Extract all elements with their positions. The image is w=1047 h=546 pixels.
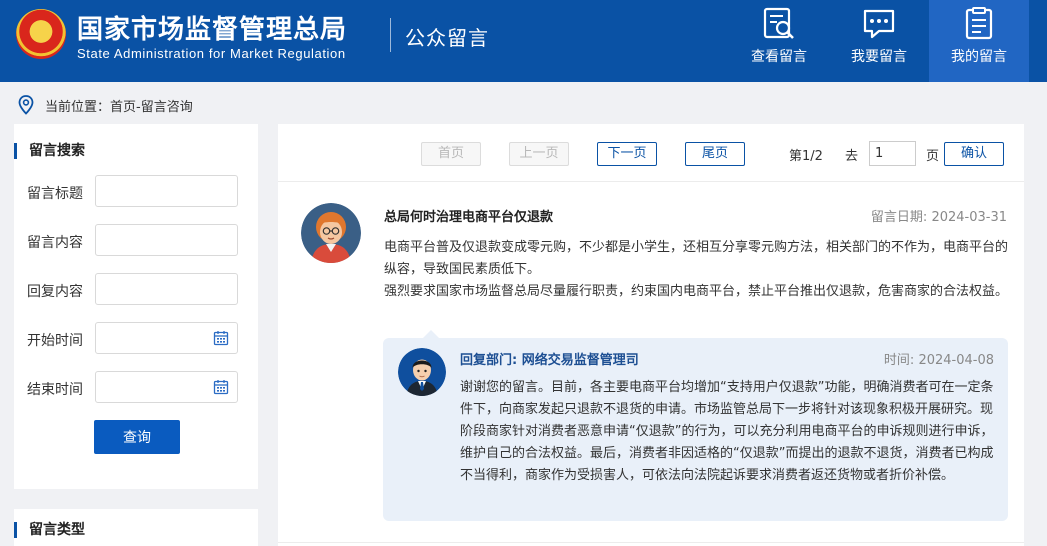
dept-label: 回复部门: [460,353,518,368]
field-label: 留言标题 [27,186,83,202]
time-value: 2024-04-08 [918,353,994,368]
content-input[interactable] [95,224,238,256]
message-list-panel: 首页 上一页 下一页 尾页 第1/2 去 页 确认 总局何时治理电商平台仅退款 … [278,124,1024,546]
official-avatar-icon [398,348,446,396]
reply-department: 回复部门: 网络交易监督管理司 [460,349,639,368]
prev-page-button[interactable]: 上一页 [509,142,569,166]
title-input[interactable] [95,175,238,207]
view-messages-icon [763,7,794,39]
nav-my-messages[interactable]: 我的留言 [929,0,1029,82]
type-panel: 留言类型 [14,509,258,546]
first-page-button[interactable]: 首页 [421,142,481,166]
field-label: 结束时间 [27,382,83,398]
star-icon: ★ [32,17,50,38]
breadcrumb-path[interactable]: 首页-留言咨询 [110,100,193,115]
nav-label: 我要留言 [851,49,907,65]
field-label: 留言内容 [27,235,83,251]
user-avatar [301,203,361,263]
section-title: 公众留言 [405,26,489,50]
reply-body: 谢谢您的留言。目前，各主要电商平台均增加“支持用户仅退款”功能，明确消费者可在一… [460,380,994,483]
reply-input[interactable] [95,273,238,305]
nav-label: 我的留言 [951,49,1007,65]
nav-label: 查看留言 [751,49,807,65]
breadcrumb-prefix: 当前位置： [45,100,111,115]
calendar-icon[interactable] [213,379,229,395]
user-avatar-icon [301,203,361,263]
divider [278,181,1024,182]
page-unit: 页 [926,149,940,164]
search-heading: 留言搜索 [14,143,85,159]
location-pin-icon [18,95,34,115]
reply-box: 回复部门: 网络交易监督管理司 时间: 2024-04-08 谢谢您的留言。目前… [383,330,1008,521]
page-info: 第1/2 [789,149,823,164]
search-button[interactable]: 查询 [94,420,180,454]
message-body: 电商平台普及仅退款变成零元购，不少都是小学生，还相互分享零元购方法，相关部门的不… [384,237,1009,303]
official-avatar [398,348,446,396]
field-label: 开始时间 [27,333,83,349]
last-page-button[interactable]: 尾页 [685,142,745,166]
next-page-button[interactable]: 下一页 [597,142,657,166]
divider [278,542,1024,543]
time-label: 时间: [883,353,915,368]
national-emblem-logo: ★ [16,9,66,59]
goto-label: 去 [845,149,859,164]
site-title-en: State Administration for Market Regulati… [77,46,346,61]
message-title[interactable]: 总局何时治理电商平台仅退款 [384,206,553,225]
message-paragraph: 强烈要求国家市场监督总局尽量履行职责，约束国内电商平台，禁止平台推出仅退款，危害… [384,284,1009,299]
page-number-input[interactable] [869,141,916,166]
message-date: 留言日期: 2024-03-31 [871,206,1007,225]
date-value: 2024-03-31 [931,210,1007,225]
search-panel: 留言搜索 留言标题 留言内容 回复内容 开始时间 结束时间 查询 [14,124,258,489]
calendar-icon[interactable] [213,330,229,346]
dept-value: 网络交易监督管理司 [521,353,639,368]
nav-leave-message[interactable]: 我要留言 [829,0,929,82]
reply-date: 时间: 2024-04-08 [884,349,994,368]
nav-view-messages[interactable]: 查看留言 [729,0,829,82]
date-label: 留言日期: [870,210,928,225]
chat-icon [863,9,895,39]
header-divider [390,18,391,52]
type-heading: 留言类型 [14,522,85,538]
site-header: ★ 国家市场监督管理总局 State Administration for Ma… [0,0,1047,82]
confirm-button[interactable]: 确认 [944,142,1004,166]
clipboard-icon [965,7,993,40]
field-label: 回复内容 [27,284,83,300]
site-title-cn[interactable]: 国家市场监督管理总局 [77,9,347,46]
message-paragraph: 电商平台普及仅退款变成零元购，不少都是小学生，还相互分享零元购方法，相关部门的不… [384,240,1009,277]
